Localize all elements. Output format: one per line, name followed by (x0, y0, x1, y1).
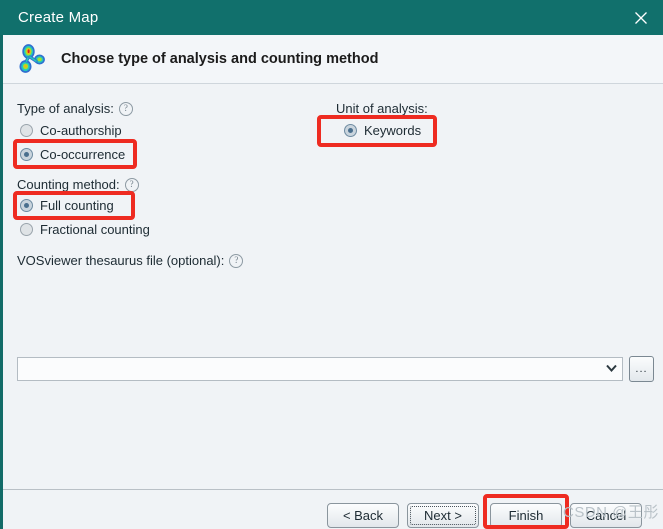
radio-co-authorship[interactable]: Co-authorship (20, 123, 122, 138)
help-icon-thesaurus[interactable]: ? (229, 253, 244, 268)
titlebar: Create Map (0, 0, 663, 35)
watermark: CSDN @王彤 (563, 504, 659, 521)
close-icon[interactable] (619, 0, 663, 35)
header-title: Choose type of analysis and counting met… (61, 51, 379, 67)
radio-keywords[interactable]: Keywords (344, 123, 421, 138)
radio-full-counting[interactable]: Full counting (20, 198, 114, 213)
dialog-header: Choose type of analysis and counting met… (3, 35, 663, 84)
type-of-analysis-label-text: Type of analysis: (17, 101, 114, 116)
back-button[interactable]: < Back (327, 503, 399, 528)
radio-fractional-counting[interactable]: Fractional counting (20, 222, 150, 237)
radio-label: Fractional counting (40, 222, 150, 237)
thesaurus-file-label: VOSviewer thesaurus file (optional): ? (17, 253, 244, 268)
counting-method-label-text: Counting method: (17, 177, 120, 192)
help-icon-counting-method[interactable]: ? (124, 177, 139, 192)
radio-co-occurrence[interactable]: Co-occurrence (20, 147, 125, 162)
create-map-dialog: Create Map Choose type of analysis and c… (0, 0, 663, 529)
radio-label: Full counting (40, 198, 114, 213)
chevron-down-icon[interactable] (600, 364, 622, 375)
help-icon-type-of-analysis[interactable]: ? (118, 101, 133, 116)
vosviewer-cluster-logo-icon (13, 39, 53, 79)
radio-label: Co-occurrence (40, 147, 126, 162)
unit-of-analysis-label: Unit of analysis: (336, 101, 428, 116)
radio-indicator (20, 124, 33, 137)
radio-indicator (344, 124, 357, 137)
radio-label: Keywords (364, 123, 422, 138)
type-of-analysis-label: Type of analysis: ? (17, 101, 133, 116)
thesaurus-browse-button[interactable]: ... (629, 356, 654, 382)
window-title: Create Map (18, 9, 99, 26)
dialog-content: Type of analysis: ? Co-authorship Co-occ… (3, 85, 663, 489)
finish-button[interactable]: Finish (490, 503, 562, 528)
counting-method-label: Counting method: ? (17, 177, 139, 192)
radio-label: Co-authorship (40, 123, 122, 138)
radio-indicator (20, 148, 33, 161)
thesaurus-file-combobox[interactable] (17, 357, 623, 381)
radio-indicator (20, 199, 33, 212)
next-button[interactable]: Next > (407, 503, 479, 528)
radio-indicator (20, 223, 33, 236)
thesaurus-file-label-text: VOSviewer thesaurus file (optional): (17, 253, 225, 268)
unit-of-analysis-label-text: Unit of analysis: (336, 101, 428, 116)
